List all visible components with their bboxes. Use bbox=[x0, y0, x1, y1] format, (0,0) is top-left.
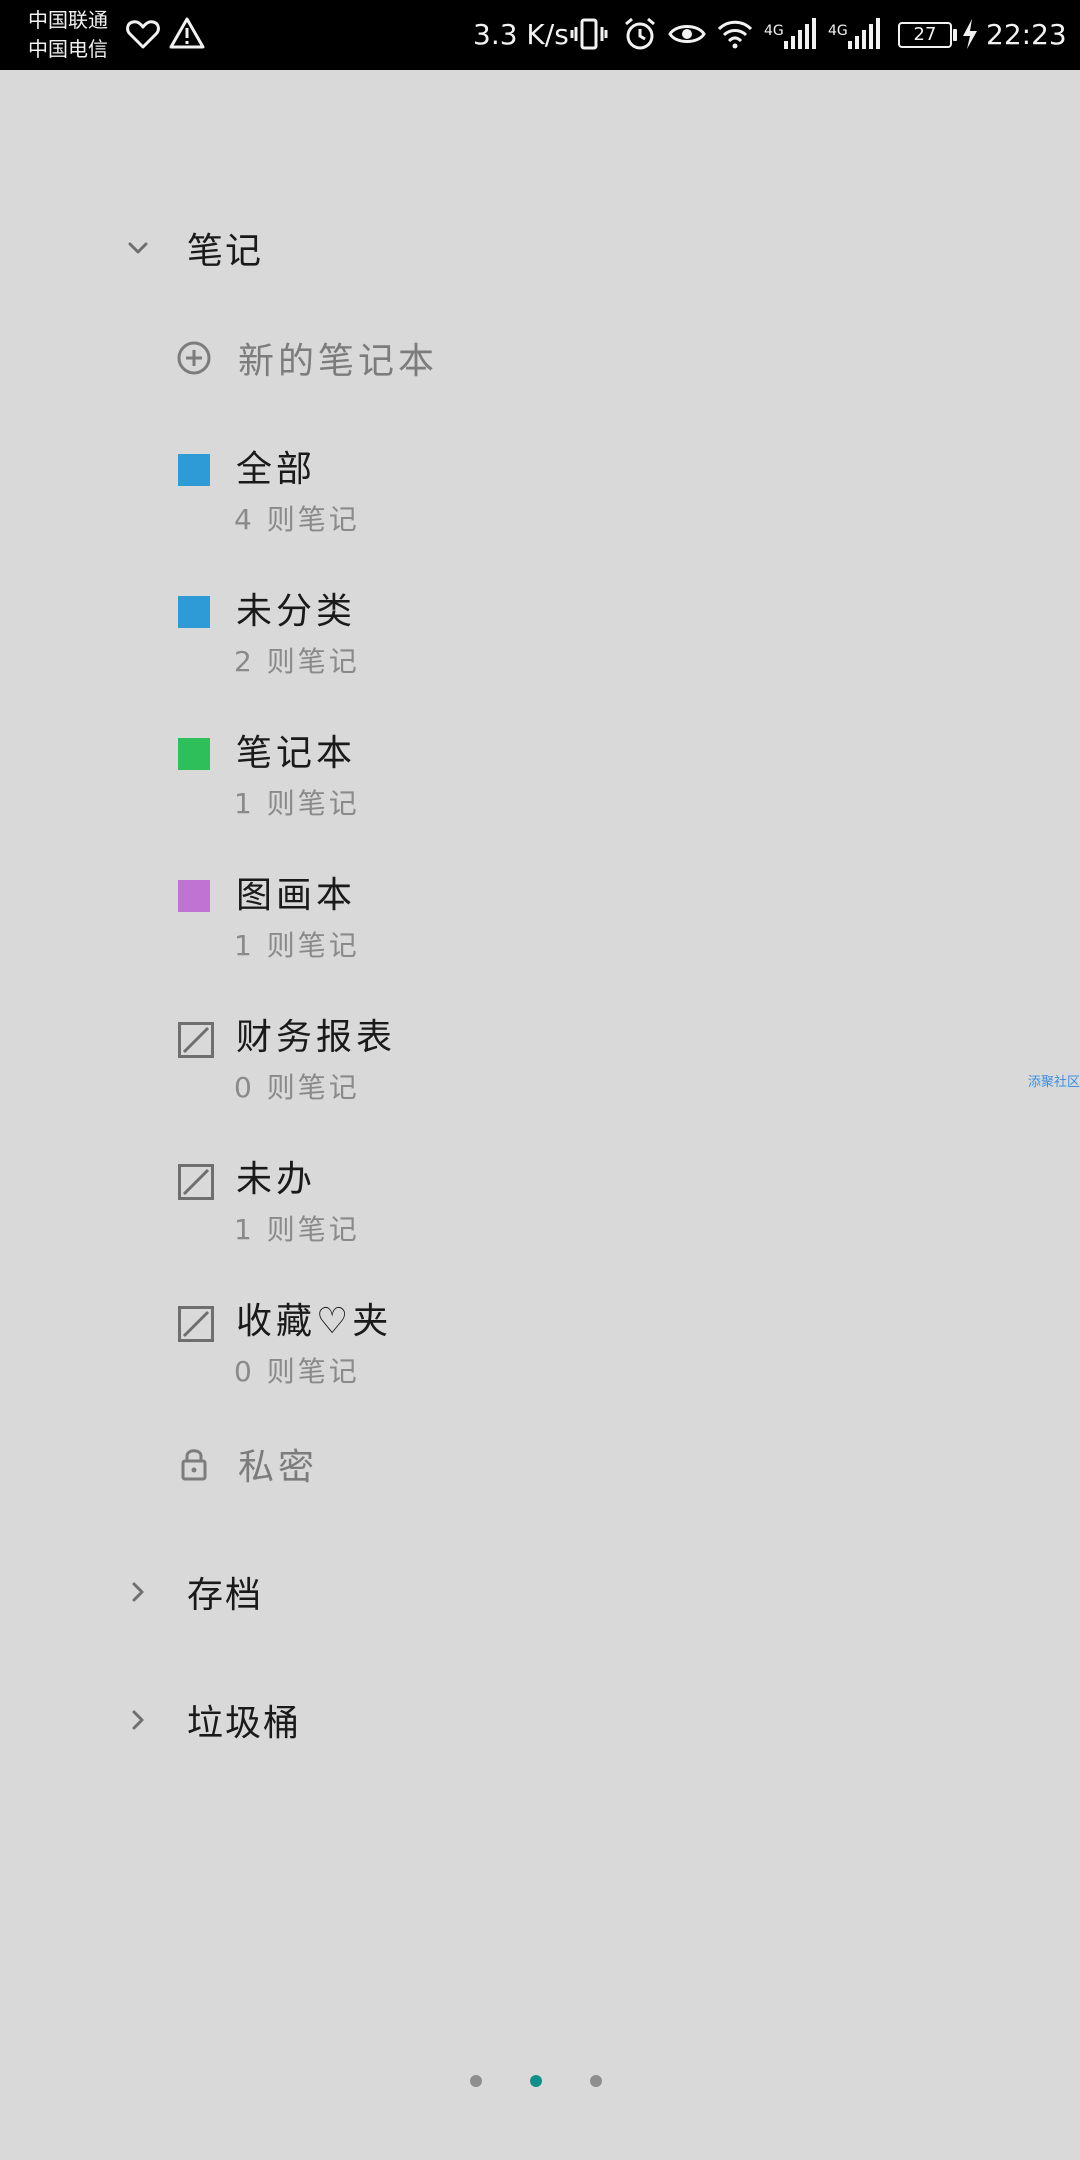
lock-icon bbox=[181, 1449, 207, 1481]
notebook-color-swatch bbox=[178, 454, 210, 486]
new-notebook-button[interactable]: 新的笔记本 bbox=[176, 328, 438, 388]
page-dot-active[interactable] bbox=[530, 2075, 542, 2087]
section-notes-label: 笔记 bbox=[187, 231, 264, 272]
chevron-right-icon bbox=[132, 1710, 144, 1730]
notebook-item[interactable]: 未分类 2 则笔记 bbox=[176, 584, 876, 694]
notebook-title: 笔记本 bbox=[236, 733, 357, 774]
wifi-icon bbox=[717, 20, 753, 49]
charging-icon bbox=[963, 19, 977, 49]
add-circle-icon bbox=[177, 341, 211, 375]
carrier-1: 中国联通 bbox=[28, 8, 108, 32]
page-indicator bbox=[470, 2075, 610, 2087]
vibrate-icon bbox=[570, 18, 608, 50]
page-dot[interactable] bbox=[590, 2075, 602, 2087]
notebook-title: 未办 bbox=[236, 1159, 317, 1200]
notebook-color-swatch bbox=[178, 738, 210, 770]
battery-indicator: 27 bbox=[898, 22, 952, 48]
page-dot[interactable] bbox=[470, 2075, 482, 2087]
notebook-title: 全部 bbox=[236, 449, 317, 490]
warning-icon bbox=[169, 17, 205, 49]
signal-2-icon bbox=[848, 18, 880, 49]
notebook-color-swatch bbox=[178, 880, 210, 912]
notebook-item[interactable]: 笔记本 1 则笔记 bbox=[176, 726, 876, 836]
notebook-item[interactable]: 财务报表 0 则笔记 bbox=[176, 1010, 876, 1120]
side-watermark-tag: 添聚社区 bbox=[1028, 1075, 1080, 1090]
section-trash-label: 垃圾桶 bbox=[187, 1703, 302, 1744]
notebook-note-count: 1 则笔记 bbox=[234, 787, 360, 820]
notebook-note-count: 0 则笔记 bbox=[234, 1071, 360, 1104]
notebook-note-count: 2 则笔记 bbox=[234, 645, 360, 678]
notebook-note-count: 0 则笔记 bbox=[234, 1355, 360, 1388]
carrier-info: 中国联通 中国电信 bbox=[28, 6, 108, 64]
notebook-note-count: 4 则笔记 bbox=[234, 503, 360, 536]
notebook-item[interactable]: 收藏♡夹 0 则笔记 bbox=[176, 1294, 876, 1404]
status-bar: 中国联通 中国电信 3.3 K/s 4G 4G 27 22:23 bbox=[0, 0, 1080, 70]
net-speed: 3.3 K/s bbox=[473, 18, 569, 51]
heart-icon bbox=[126, 20, 160, 49]
eye-icon bbox=[668, 25, 706, 43]
notebook-note-count: 1 则笔记 bbox=[234, 1213, 360, 1246]
notebook-item[interactable]: 图画本 1 则笔记 bbox=[176, 868, 876, 978]
battery-tip bbox=[953, 29, 957, 41]
carrier-2: 中国电信 bbox=[28, 37, 108, 61]
section-notes[interactable]: 笔记 bbox=[125, 218, 263, 278]
signal-1-icon bbox=[784, 18, 816, 49]
notebook-item[interactable]: 未办 1 则笔记 bbox=[176, 1152, 876, 1262]
clock: 22:23 bbox=[986, 18, 1067, 51]
notebook-no-color-icon bbox=[178, 1306, 214, 1342]
notebook-title: 未分类 bbox=[236, 591, 357, 632]
chevron-right-icon bbox=[132, 1582, 144, 1602]
notebook-color-swatch bbox=[178, 596, 210, 628]
notebook-title: 财务报表 bbox=[236, 1017, 397, 1058]
notebook-title: 收藏♡夹 bbox=[236, 1301, 393, 1342]
notebook-no-color-icon bbox=[178, 1164, 214, 1200]
alarm-icon bbox=[625, 17, 655, 50]
section-trash[interactable]: 垃圾桶 bbox=[125, 1690, 301, 1750]
section-archive[interactable]: 存档 bbox=[125, 1562, 263, 1622]
notebook-note-count: 1 则笔记 bbox=[234, 929, 360, 962]
new-notebook-label: 新的笔记本 bbox=[238, 341, 439, 382]
notebook-title: 图画本 bbox=[236, 875, 357, 916]
notebook-item[interactable]: 全部 4 则笔记 bbox=[176, 442, 876, 552]
section-archive-label: 存档 bbox=[187, 1575, 264, 1616]
private-notebook-button[interactable]: 私密 bbox=[176, 1434, 318, 1494]
private-label: 私密 bbox=[238, 1447, 319, 1488]
chevron-down-icon bbox=[128, 242, 148, 254]
notebook-no-color-icon bbox=[178, 1022, 214, 1058]
